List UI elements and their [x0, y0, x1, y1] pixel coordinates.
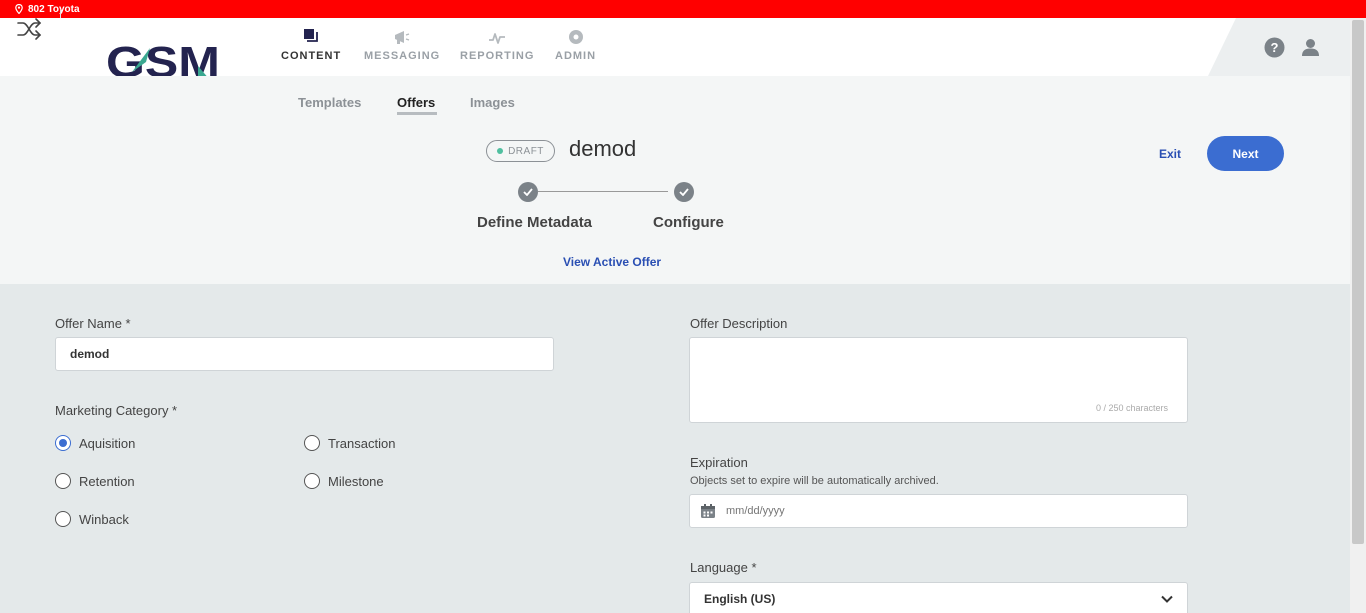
- category-transaction-label: Transaction: [328, 435, 396, 451]
- description-char-counter: 0 / 250 characters: [1096, 403, 1169, 413]
- nav-messaging-label: MESSAGING: [364, 50, 441, 62]
- status-badge-label: DRAFT: [508, 145, 544, 157]
- user-icon[interactable]: [1300, 37, 1321, 58]
- status-badge: DRAFT: [486, 140, 555, 162]
- step-define-metadata-indicator[interactable]: [518, 182, 538, 202]
- content-icon: [304, 29, 318, 42]
- check-icon: [523, 188, 533, 196]
- nav-reporting[interactable]: REPORTING: [460, 28, 534, 62]
- nav-content[interactable]: CONTENT: [281, 28, 341, 62]
- tab-offers[interactable]: Offers: [397, 95, 435, 110]
- view-active-offer-link[interactable]: View Active Offer: [563, 255, 661, 269]
- expiration-help-text: Objects set to expire will be automatica…: [690, 475, 939, 487]
- nav-content-label: CONTENT: [281, 50, 342, 62]
- check-icon: [679, 188, 689, 196]
- location-bar: 802 Toyota: [0, 0, 1366, 18]
- step-configure-label[interactable]: Configure: [653, 214, 724, 231]
- activity-icon: [489, 33, 506, 44]
- page-scrollbar-thumb[interactable]: [1352, 20, 1364, 544]
- location-pin-icon: [15, 4, 23, 14]
- chevron-down-icon: [1161, 595, 1173, 603]
- radio-unchecked-icon: [55, 473, 71, 489]
- language-select[interactable]: English (US): [689, 582, 1188, 613]
- active-tab-indicator: [397, 112, 437, 115]
- tab-templates[interactable]: Templates: [298, 95, 361, 110]
- status-dot-icon: [497, 148, 504, 154]
- tab-images[interactable]: Images: [470, 95, 515, 110]
- marketing-category-label: Marketing Category *: [55, 403, 178, 418]
- gear-icon: [568, 30, 583, 44]
- help-icon[interactable]: ?: [1264, 37, 1285, 58]
- shuffle-icon[interactable]: [14, 14, 44, 44]
- next-button[interactable]: Next: [1207, 136, 1284, 171]
- category-milestone-label: Milestone: [328, 473, 384, 489]
- megaphone-icon: [395, 31, 410, 44]
- offer-name-label: Offer Name *: [55, 316, 131, 331]
- svg-text:?: ?: [1271, 40, 1279, 55]
- calendar-icon[interactable]: [700, 503, 716, 519]
- category-aquisition-radio[interactable]: Aquisition: [55, 435, 135, 451]
- language-label: Language *: [690, 560, 757, 575]
- location-label: 802 Toyota: [28, 3, 80, 15]
- step-define-metadata-label[interactable]: Define Metadata: [477, 214, 592, 231]
- category-aquisition-label: Aquisition: [79, 435, 136, 451]
- radio-checked-icon: [55, 435, 71, 451]
- radio-unchecked-icon: [55, 511, 71, 527]
- category-milestone-radio[interactable]: Milestone: [304, 473, 384, 489]
- category-transaction-radio[interactable]: Transaction: [304, 435, 395, 451]
- page-title: demod: [569, 136, 637, 161]
- category-retention-radio[interactable]: Retention: [55, 473, 135, 489]
- radio-unchecked-icon: [304, 435, 320, 451]
- nav-admin[interactable]: ADMIN: [555, 28, 596, 62]
- category-winback-label: Winback: [79, 511, 129, 527]
- nav-messaging[interactable]: MESSAGING: [364, 28, 440, 62]
- language-selected-value: English (US): [704, 592, 776, 606]
- step-connector: [538, 191, 668, 192]
- exit-button[interactable]: Exit: [1159, 147, 1181, 161]
- step-configure-indicator[interactable]: [674, 182, 694, 202]
- expiration-label: Expiration: [690, 455, 748, 470]
- category-winback-radio[interactable]: Winback: [55, 511, 129, 527]
- offer-description-label: Offer Description: [690, 316, 788, 331]
- offer-name-input[interactable]: [55, 337, 554, 371]
- expiration-date-input[interactable]: [689, 494, 1188, 528]
- radio-unchecked-icon: [304, 473, 320, 489]
- nav-admin-label: ADMIN: [555, 50, 597, 62]
- editor-top-section: [0, 76, 1350, 284]
- category-retention-label: Retention: [79, 473, 135, 489]
- nav-reporting-label: REPORTING: [460, 50, 535, 62]
